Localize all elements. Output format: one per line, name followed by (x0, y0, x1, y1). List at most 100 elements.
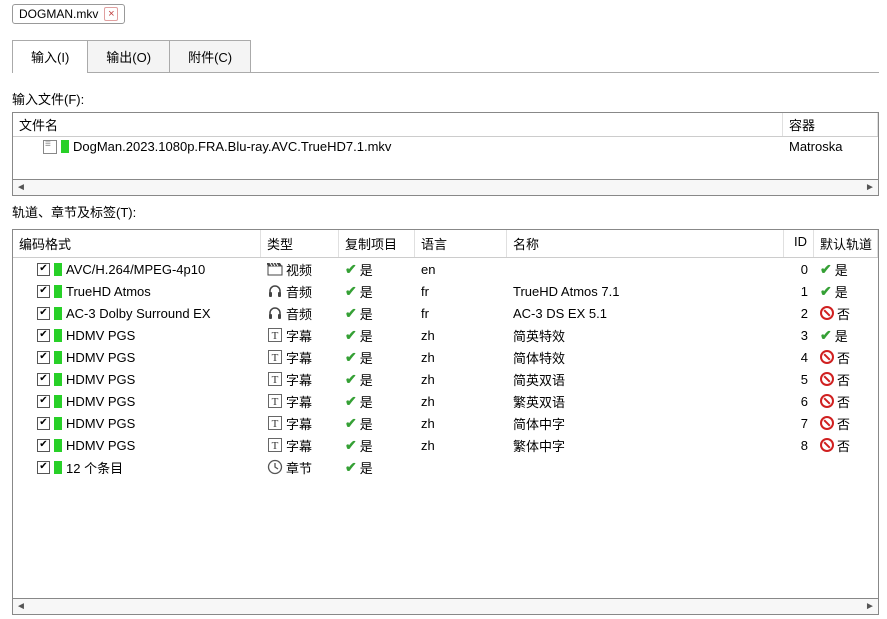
check-icon: ✔ (345, 371, 357, 388)
track-id: 6 (784, 393, 814, 410)
scroll-left-icon[interactable]: ◄ (13, 601, 29, 612)
status-ok-icon (54, 373, 62, 386)
status-ok-icon (54, 263, 62, 276)
track-id: 2 (784, 305, 814, 322)
track-lang: fr (415, 305, 507, 322)
track-row[interactable]: TrueHD Atmos音频✔是frTrueHD Atmos 7.11✔是 (13, 280, 878, 302)
track-copy: 是 (360, 282, 373, 301)
col-default[interactable]: 默认轨道 (814, 230, 878, 257)
no-icon (820, 306, 834, 320)
track-copy: 是 (360, 392, 373, 411)
track-lang: zh (415, 371, 507, 388)
check-icon: ✔ (345, 305, 357, 322)
track-id (784, 466, 814, 468)
track-codec: AC-3 Dolby Surround EX (66, 306, 211, 321)
track-checkbox[interactable] (37, 439, 50, 452)
col-filename[interactable]: 文件名 (13, 113, 783, 136)
text-icon: T (267, 415, 283, 431)
track-type: 音频 (286, 282, 312, 301)
track-name: TrueHD Atmos 7.1 (507, 283, 784, 300)
track-codec: HDMV PGS (66, 350, 135, 365)
track-lang (415, 466, 507, 468)
text-icon: T (267, 393, 283, 409)
track-codec: HDMV PGS (66, 394, 135, 409)
check-icon: ✔ (345, 415, 357, 432)
col-id[interactable]: ID (784, 230, 814, 257)
file-row[interactable]: DogMan.2023.1080p.FRA.Blu-ray.AVC.TrueHD… (13, 137, 878, 156)
status-ok-icon (54, 439, 62, 452)
tab-attachments[interactable]: 附件(C) (169, 40, 251, 72)
no-icon (820, 438, 834, 452)
track-checkbox[interactable] (37, 395, 50, 408)
track-row[interactable]: HDMV PGST字幕✔是zh繁体中字8否 (13, 434, 878, 456)
no-icon (820, 394, 834, 408)
track-checkbox[interactable] (37, 307, 50, 320)
file-list-hscroll[interactable]: ◄ ► (12, 180, 879, 196)
track-row[interactable]: HDMV PGST字幕✔是zh繁英双语6否 (13, 390, 878, 412)
track-copy: 是 (360, 414, 373, 433)
track-list-hscroll[interactable]: ◄ ► (12, 599, 879, 615)
track-name: 繁体中字 (507, 435, 784, 456)
track-checkbox[interactable] (37, 285, 50, 298)
col-copy[interactable]: 复制项目 (339, 230, 415, 257)
track-lang: zh (415, 437, 507, 454)
track-type: 音频 (286, 304, 312, 323)
track-type: 字幕 (286, 436, 312, 455)
track-row[interactable]: AVC/H.264/MPEG-4p10视频✔是en0✔是 (13, 258, 878, 280)
file-name: DogMan.2023.1080p.FRA.Blu-ray.AVC.TrueHD… (73, 139, 391, 154)
track-row[interactable]: AC-3 Dolby Surround EX音频✔是frAC-3 DS EX 5… (13, 302, 878, 324)
svg-text:T: T (272, 396, 279, 408)
svg-text:T: T (272, 418, 279, 430)
file-list[interactable]: 文件名 容器 DogMan.2023.1080p.FRA.Blu-ray.AVC… (12, 112, 879, 180)
track-id: 1 (784, 283, 814, 300)
file-tab[interactable]: DOGMAN.mkv × (12, 4, 125, 24)
track-row[interactable]: 12 个条目章节✔是 (13, 456, 878, 478)
check-icon: ✔ (345, 261, 357, 278)
track-checkbox[interactable] (37, 417, 50, 430)
track-lang: zh (415, 415, 507, 432)
check-icon: ✔ (345, 349, 357, 366)
check-icon: ✔ (345, 437, 357, 454)
col-type[interactable]: 类型 (261, 230, 339, 257)
track-list[interactable]: 编码格式 类型 复制项目 语言 名称 ID 默认轨道 AVC/H.264/MPE… (12, 229, 879, 599)
track-checkbox[interactable] (37, 461, 50, 474)
status-ok-icon (54, 285, 62, 298)
scroll-right-icon[interactable]: ► (862, 182, 878, 193)
check-icon: ✔ (820, 283, 832, 300)
check-icon: ✔ (820, 327, 832, 344)
track-checkbox[interactable] (37, 329, 50, 342)
tab-input[interactable]: 输入(I) (12, 40, 88, 72)
text-icon: T (267, 327, 283, 343)
svg-text:T: T (272, 330, 279, 342)
track-copy: 是 (360, 436, 373, 455)
col-name[interactable]: 名称 (507, 230, 784, 257)
track-codec: HDMV PGS (66, 438, 135, 453)
track-checkbox[interactable] (37, 263, 50, 276)
track-name: 简英双语 (507, 369, 784, 390)
file-tab-title: DOGMAN.mkv (19, 7, 98, 21)
col-codec[interactable]: 编码格式 (13, 230, 261, 257)
status-ok-icon (54, 307, 62, 320)
track-type: 字幕 (286, 414, 312, 433)
track-row[interactable]: HDMV PGST字幕✔是zh简体特效4否 (13, 346, 878, 368)
track-name: AC-3 DS EX 5.1 (507, 305, 784, 322)
close-tab-button[interactable]: × (104, 7, 118, 21)
track-row[interactable]: HDMV PGST字幕✔是zh简英双语5否 (13, 368, 878, 390)
track-type: 章节 (286, 458, 312, 477)
scroll-right-icon[interactable]: ► (862, 601, 878, 612)
track-codec: HDMV PGS (66, 372, 135, 387)
track-copy: 是 (360, 348, 373, 367)
status-ok-icon (54, 329, 62, 342)
track-name (507, 466, 784, 468)
track-type: 视频 (286, 260, 312, 279)
col-lang[interactable]: 语言 (415, 230, 507, 257)
clapperboard-icon (267, 261, 283, 277)
track-checkbox[interactable] (37, 351, 50, 364)
track-checkbox[interactable] (37, 373, 50, 386)
col-container[interactable]: 容器 (783, 113, 878, 136)
tab-output[interactable]: 输出(O) (87, 40, 170, 72)
track-row[interactable]: HDMV PGST字幕✔是zh简英特效3✔是 (13, 324, 878, 346)
track-codec: AVC/H.264/MPEG-4p10 (66, 262, 205, 277)
track-row[interactable]: HDMV PGST字幕✔是zh简体中字7否 (13, 412, 878, 434)
scroll-left-icon[interactable]: ◄ (13, 182, 29, 193)
